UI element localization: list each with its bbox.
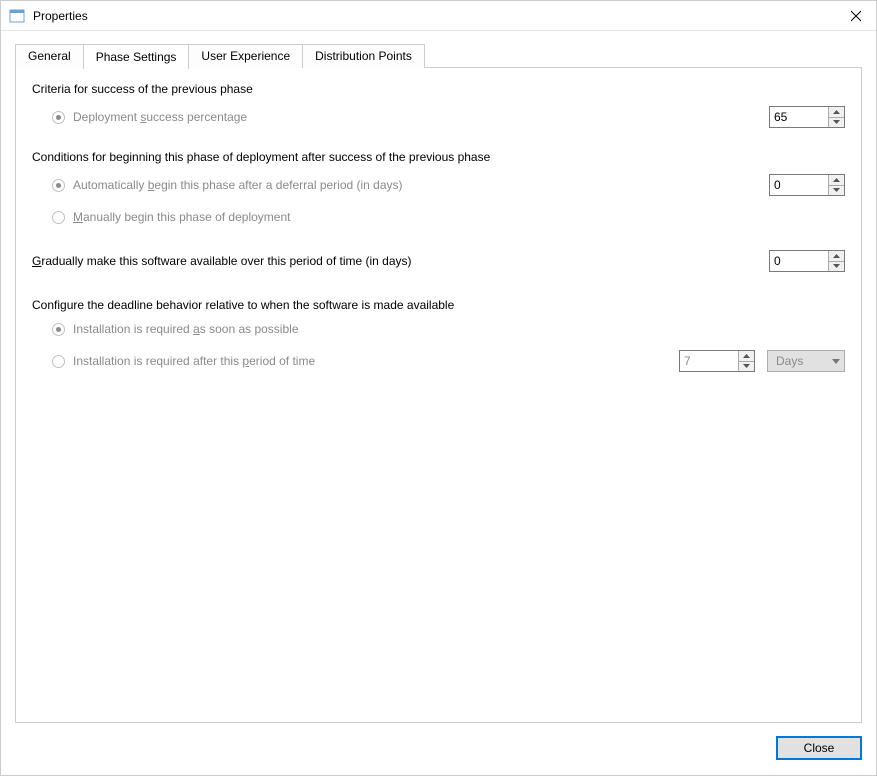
auto-begin-days-input[interactable]	[770, 175, 828, 195]
after-period-unit-value: Days	[776, 354, 803, 368]
gradual-label: Gradually make this software available o…	[32, 254, 412, 268]
gradual-days-input[interactable]	[770, 251, 828, 271]
radio-after-period	[52, 355, 65, 368]
criteria-section: Criteria for success of the previous pha…	[32, 82, 845, 128]
success-percentage-input[interactable]	[770, 107, 828, 127]
radio-success-percentage	[52, 111, 65, 124]
dialog-footer: Close	[1, 729, 876, 775]
label-manual-begin: Manually begin this phase of deployment	[73, 210, 290, 224]
criteria-title: Criteria for success of the previous pha…	[32, 82, 845, 96]
tab-user-experience[interactable]: User Experience	[188, 44, 303, 68]
window-title: Properties	[33, 9, 836, 23]
spinner-up-icon[interactable]	[829, 107, 844, 118]
after-period-input	[680, 351, 738, 371]
label-auto-begin: Automatically begin this phase after a d…	[73, 178, 403, 192]
label-after-period: Installation is required after this peri…	[73, 354, 315, 368]
title-bar: Properties	[1, 1, 876, 31]
deadline-section: Configure the deadline behavior relative…	[32, 298, 845, 372]
label-success-percentage: Deployment success percentage	[73, 110, 247, 124]
tab-strip: General Phase Settings User Experience D…	[15, 43, 862, 68]
gradual-days-spinner[interactable]	[769, 250, 845, 272]
after-period-spinner	[679, 350, 755, 372]
spinner-down-icon[interactable]	[829, 186, 844, 196]
spinner-down-icon[interactable]	[829, 118, 844, 128]
spinner-up-icon	[739, 351, 754, 362]
gradual-section: Gradually make this software available o…	[32, 250, 845, 272]
deadline-title: Configure the deadline behavior relative…	[32, 298, 845, 312]
spinner-up-icon[interactable]	[829, 175, 844, 186]
client-area: General Phase Settings User Experience D…	[1, 31, 876, 729]
radio-asap	[52, 323, 65, 336]
conditions-section: Conditions for beginning this phase of d…	[32, 150, 845, 224]
chevron-down-icon	[828, 359, 844, 364]
after-period-unit-combo: Days	[767, 350, 845, 372]
tab-general[interactable]: General	[15, 44, 84, 68]
spinner-down-icon[interactable]	[829, 262, 844, 272]
radio-manual-begin	[52, 211, 65, 224]
spinner-down-icon	[739, 362, 754, 372]
window-close-button[interactable]	[836, 1, 876, 31]
spinner-up-icon[interactable]	[829, 251, 844, 262]
radio-auto-begin	[52, 179, 65, 192]
app-icon	[9, 8, 25, 24]
properties-dialog: Properties General Phase Settings User E…	[0, 0, 877, 776]
close-button[interactable]: Close	[776, 736, 862, 760]
auto-begin-days-spinner[interactable]	[769, 174, 845, 196]
conditions-title: Conditions for beginning this phase of d…	[32, 150, 845, 164]
tab-phase-settings[interactable]: Phase Settings	[83, 44, 190, 69]
tab-panel-phase-settings: Criteria for success of the previous pha…	[15, 67, 862, 723]
tab-distribution-points[interactable]: Distribution Points	[302, 44, 425, 68]
success-percentage-spinner[interactable]	[769, 106, 845, 128]
label-asap: Installation is required as soon as poss…	[73, 322, 299, 336]
